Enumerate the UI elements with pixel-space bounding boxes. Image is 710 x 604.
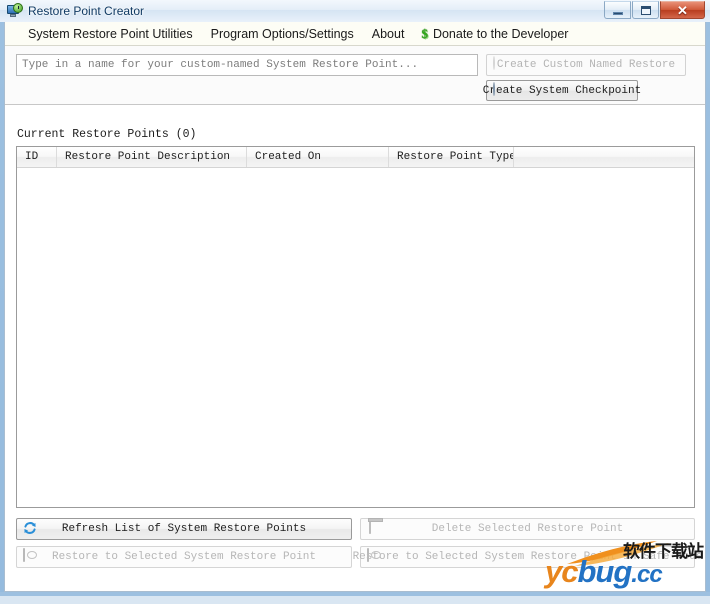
title-bar: Restore Point Creator ✕ (0, 0, 710, 22)
create-restore-point-toolbar: Create Custom Named Restore Create Syste… (5, 46, 705, 105)
close-icon: ✕ (677, 2, 688, 18)
restore-to-selected-point-safe-mode-label: Restore to Selected System Restore Point… (352, 551, 703, 563)
monitor-icon (23, 548, 39, 565)
restore-points-list-header: ID Restore Point Description Created On … (17, 147, 694, 168)
restore-point-name-input[interactable] (16, 54, 478, 76)
dollar-sign-icon: $ (421, 26, 428, 41)
create-custom-named-restore-label: Create Custom Named Restore (496, 59, 676, 71)
system-restore-icon (6, 3, 23, 19)
column-header-created-on[interactable]: Created On (247, 147, 389, 167)
disc-icon (493, 56, 509, 73)
column-header-blank[interactable] (514, 147, 694, 167)
create-system-checkpoint-button[interactable]: Create System Checkpoint (483, 80, 641, 101)
column-header-restore-point-type[interactable]: Restore Point Type (389, 147, 514, 167)
column-header-description[interactable]: Restore Point Description (57, 147, 247, 167)
menu-donate-label: Donate to the Developer (432, 26, 569, 41)
restore-to-selected-point-safe-mode-button[interactable]: Restore to Selected System Restore Point… (353, 546, 702, 568)
restore-to-selected-point-label: Restore to Selected System Restore Point (51, 551, 317, 563)
restore-points-list-body[interactable] (17, 168, 694, 507)
close-button[interactable]: ✕ (660, 1, 705, 19)
restore-points-list[interactable]: ID Restore Point Description Created On … (16, 146, 695, 508)
restore-to-selected-point-button[interactable]: Restore to Selected System Restore Point (16, 546, 352, 568)
maximize-icon (640, 5, 651, 15)
menu-program-options-settings[interactable]: Program Options/Settings (202, 25, 363, 43)
refresh-list-label: Refresh List of System Restore Points (61, 523, 307, 535)
minimize-icon (612, 11, 623, 15)
delete-selected-restore-point-button[interactable]: Delete Selected Restore Point (360, 518, 695, 540)
maximize-button[interactable] (632, 1, 659, 19)
current-restore-points-label: Current Restore Points (0) (17, 128, 197, 141)
minimize-button[interactable] (604, 1, 631, 19)
window-title: Restore Point Creator (28, 4, 145, 18)
disc-icon (493, 81, 509, 99)
delete-selected-restore-point-label: Delete Selected Restore Point (431, 523, 624, 535)
menu-system-restore-point-utilities[interactable]: System Restore Point Utilities (19, 25, 202, 43)
create-custom-named-restore-button[interactable]: Create Custom Named Restore (486, 54, 686, 76)
monitor-icon (367, 548, 383, 565)
trash-icon (367, 520, 383, 537)
application-window: Restore Point Creator ✕ System Restore P… (0, 0, 710, 596)
refresh-list-button[interactable]: Refresh List of System Restore Points (16, 518, 352, 540)
menu-donate-to-developer[interactable]: $ Donate to the Developer (413, 25, 576, 43)
menu-bar: System Restore Point Utilities Program O… (5, 22, 705, 46)
refresh-icon (23, 521, 39, 537)
caption-buttons: ✕ (603, 1, 705, 19)
client-area: System Restore Point Utilities Program O… (4, 22, 706, 592)
menu-about[interactable]: About (363, 25, 414, 43)
column-header-id[interactable]: ID (17, 147, 57, 167)
